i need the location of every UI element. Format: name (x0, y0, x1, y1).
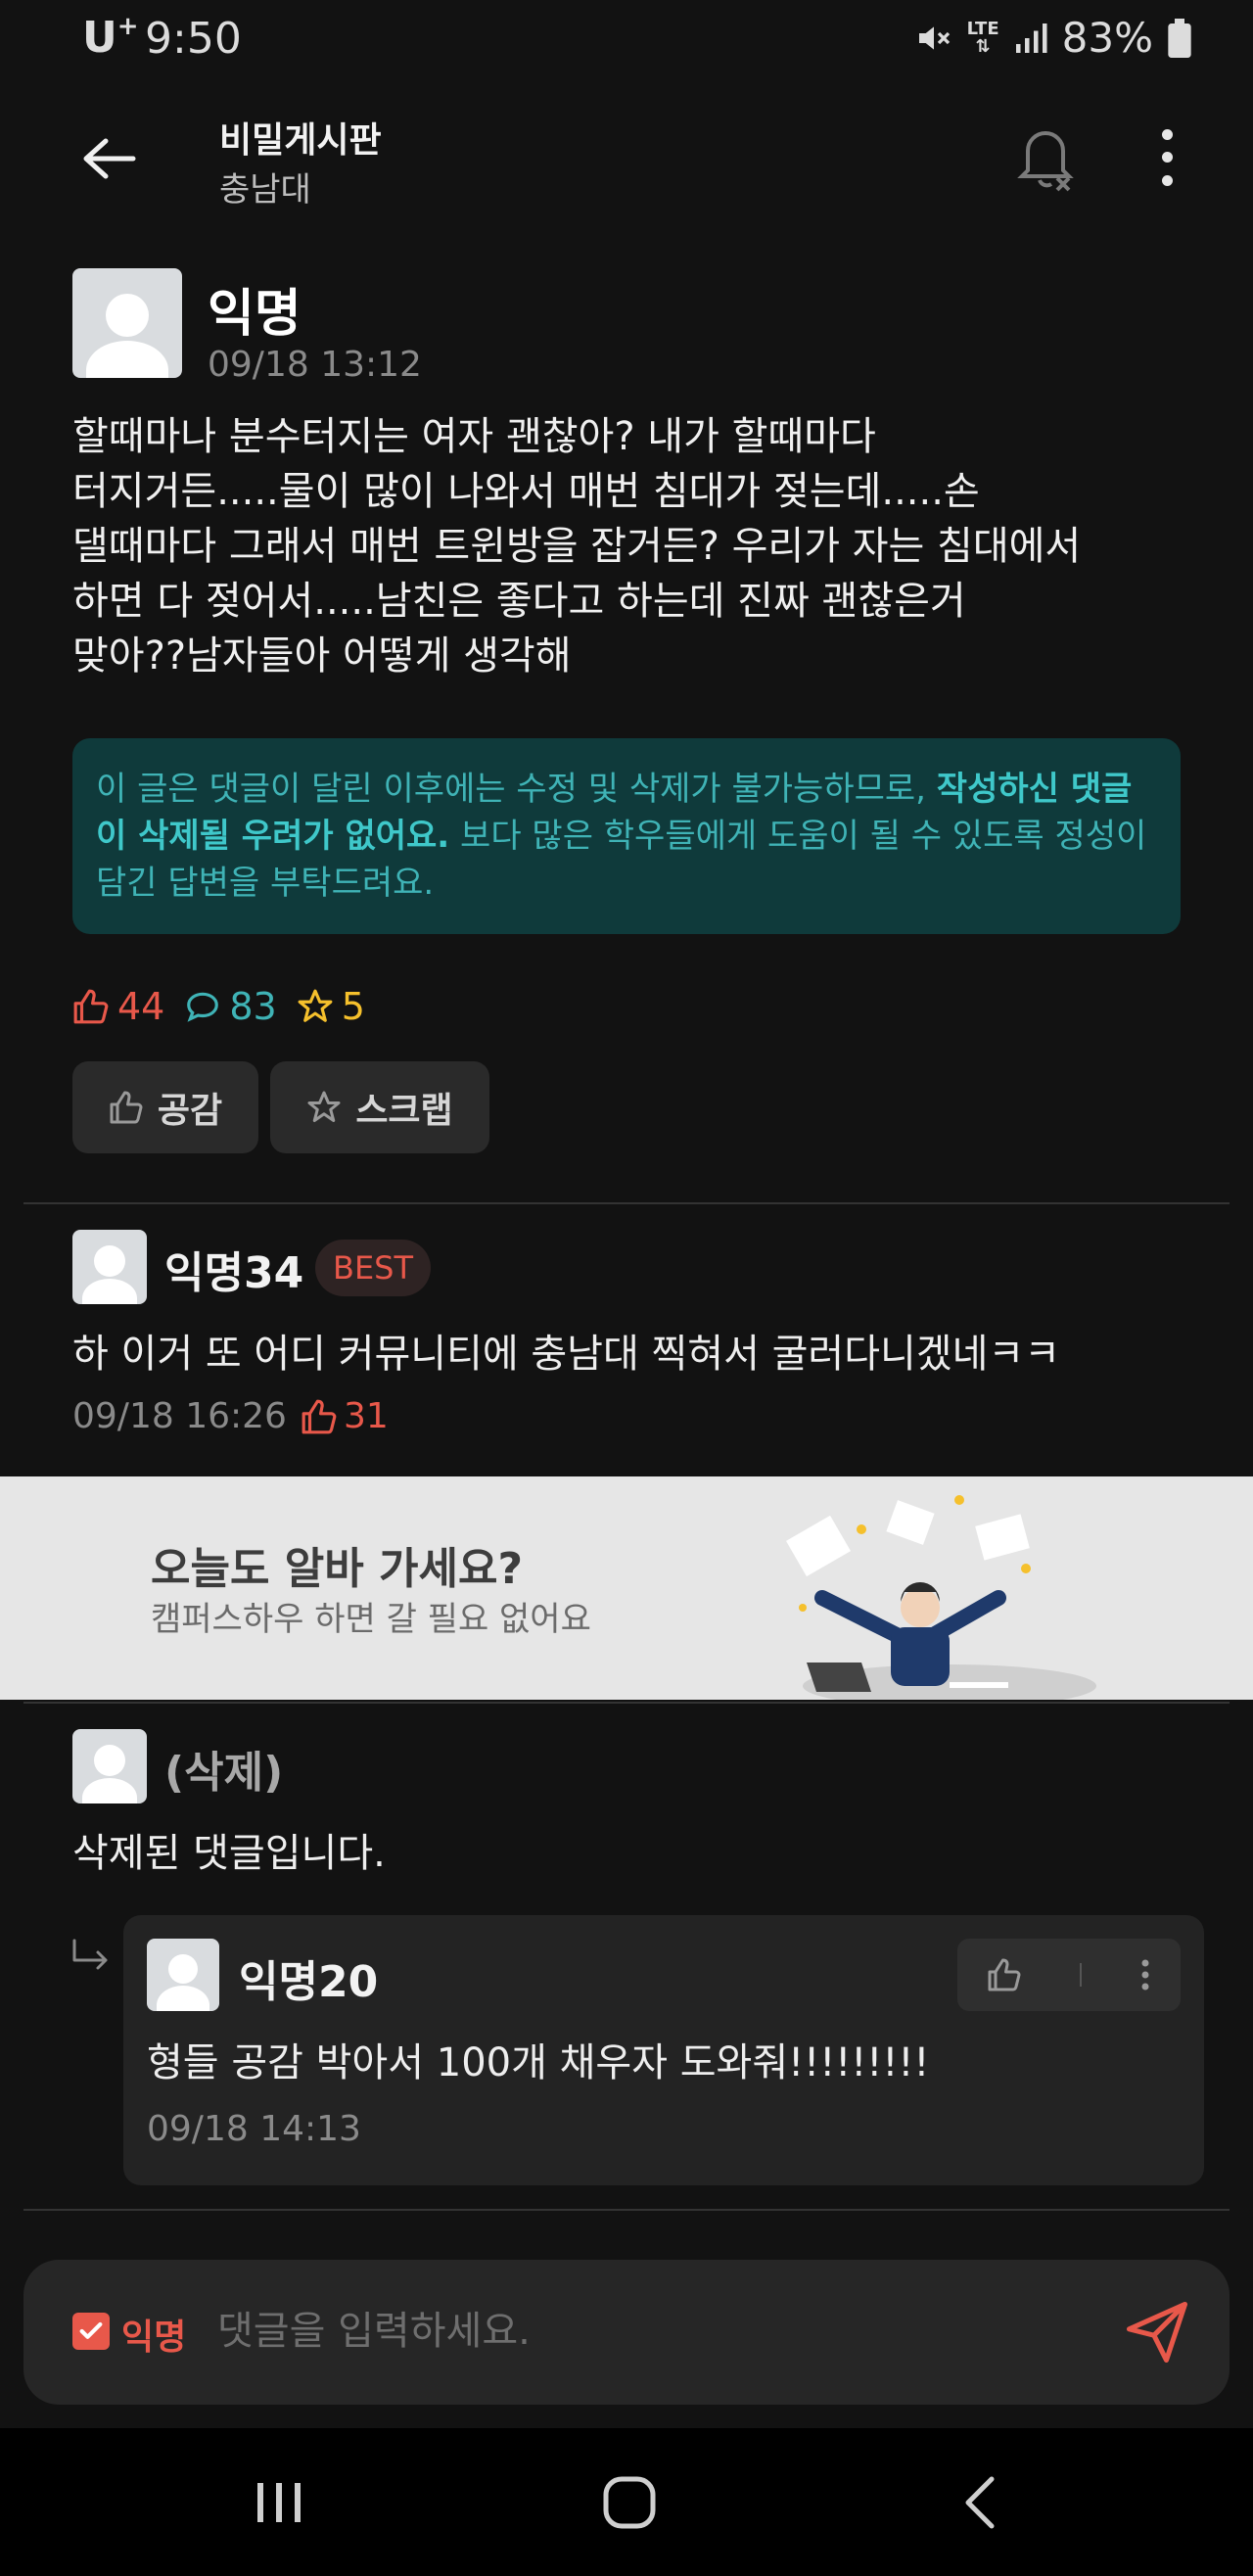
status-bar: U+ 9:50 LTE ⇅ 83% (0, 0, 1253, 78)
ad-illustration (785, 1495, 1096, 1700)
post-author-avatar (72, 268, 182, 378)
comment-author: (삭제) (164, 1748, 284, 1798)
arrow-left-icon (83, 138, 136, 179)
comment-avatar (72, 1230, 147, 1304)
more-vertical-icon[interactable] (1139, 1957, 1151, 1992)
comment-text: 하 이거 또 어디 커뮤니티에 충남대 찍혀서 굴러다니겠네ㅋㅋ (72, 1332, 1061, 1377)
comment-avatar (72, 1729, 147, 1803)
thumbs-up-icon (302, 1399, 337, 1433)
reply-avatar (147, 1939, 219, 2011)
more-options-button[interactable] (1147, 123, 1186, 192)
reply-text: 형들 공감 박아서 100개 채우자 도와줘!!!!!!!!! (147, 2040, 930, 2085)
clock: 9:50 (145, 14, 242, 64)
comment-author: 익명34 (164, 1248, 304, 1298)
post-body: 할때마나 분수터지는 여자 괜찮아? 내가 할때마다 터지거든.....물이 많… (72, 414, 1082, 679)
network-type: LTE ⇅ (966, 18, 999, 57)
divider (23, 1202, 1230, 1204)
chevron-left-icon (965, 2476, 995, 2529)
more-vertical-icon (1161, 129, 1173, 141)
home-icon (603, 2476, 656, 2529)
reply-timestamp: 09/18 14:13 (147, 2109, 361, 2149)
comment-input[interactable] (217, 2299, 1098, 2364)
post-stats: 44 83 5 (72, 985, 365, 1028)
reply-arrow-icon (72, 1939, 108, 1970)
battery-icon (1168, 18, 1191, 58)
like-count: 44 (72, 985, 164, 1028)
like-button[interactable]: 공감 (72, 1061, 258, 1153)
comment-count: 83 (184, 985, 277, 1028)
notice-text-1: 이 글은 댓글이 달린 이후에는 수정 및 삭제가 불가능하므로, (96, 770, 937, 809)
divider (23, 1702, 1230, 1704)
send-icon (1126, 2301, 1188, 2364)
bell-off-icon (1017, 131, 1074, 192)
scrap-button[interactable]: 스크랩 (270, 1061, 489, 1153)
post-timestamp: 09/18 13:12 (208, 345, 422, 385)
comment-timestamp: 09/18 16:26 (72, 1396, 287, 1436)
ad-title: 오늘도 알바 가세요? (151, 1544, 523, 1594)
ad-subtitle: 캠퍼스하우 하면 갈 필요 없어요 (151, 1600, 591, 1639)
send-button[interactable] (1116, 2295, 1198, 2369)
board-title: 비밀게시판 (219, 120, 382, 161)
status-icons: LTE ⇅ 83% (914, 14, 1192, 62)
anonymous-label[interactable]: 익명 (121, 2309, 186, 2360)
best-badge: BEST (315, 1240, 432, 1296)
reply-actions (957, 1939, 1181, 2011)
post-author-name: 익명 (208, 285, 302, 344)
comment-like-count: 31 (301, 1396, 389, 1436)
carrier-label: U+ (82, 12, 139, 63)
thumbs-up-icon (110, 1091, 143, 1124)
check-icon (79, 2321, 103, 2339)
thumbs-up-icon[interactable] (987, 1957, 1022, 1992)
mute-icon (918, 25, 950, 50)
scrap-count: 5 (297, 985, 365, 1028)
notification-toggle-button[interactable] (1014, 119, 1077, 194)
comment-text: 삭제된 댓글입니다. (72, 1831, 386, 1876)
comment-meta: 09/18 16:26 31 (72, 1396, 389, 1436)
divider (23, 2209, 1230, 2211)
board-school: 충남대 (219, 170, 311, 210)
recent-apps-button[interactable] (225, 2456, 333, 2550)
star-icon (298, 989, 333, 1022)
comment-icon (187, 992, 219, 1022)
anonymous-checkbox[interactable] (72, 2313, 110, 2350)
ad-banner[interactable]: 오늘도 알바 가세요? 캠퍼스하우 하면 갈 필요 없어요 (0, 1476, 1253, 1700)
back-button[interactable] (69, 127, 151, 190)
signal-icon (1015, 23, 1047, 53)
app-bar: 비밀게시판 충남대 (0, 78, 1253, 235)
star-icon (307, 1091, 341, 1122)
notice-box: 이 글은 댓글이 달린 이후에는 수정 및 삭제가 불가능하므로, 작성하신 댓… (72, 738, 1181, 934)
thumbs-up-icon (73, 989, 109, 1024)
recent-apps-icon (257, 2483, 301, 2522)
reply-author: 익명20 (239, 1957, 379, 2007)
home-button[interactable] (576, 2456, 683, 2550)
nav-back-button[interactable] (926, 2456, 1034, 2550)
battery-percent: 83% (1061, 14, 1153, 62)
